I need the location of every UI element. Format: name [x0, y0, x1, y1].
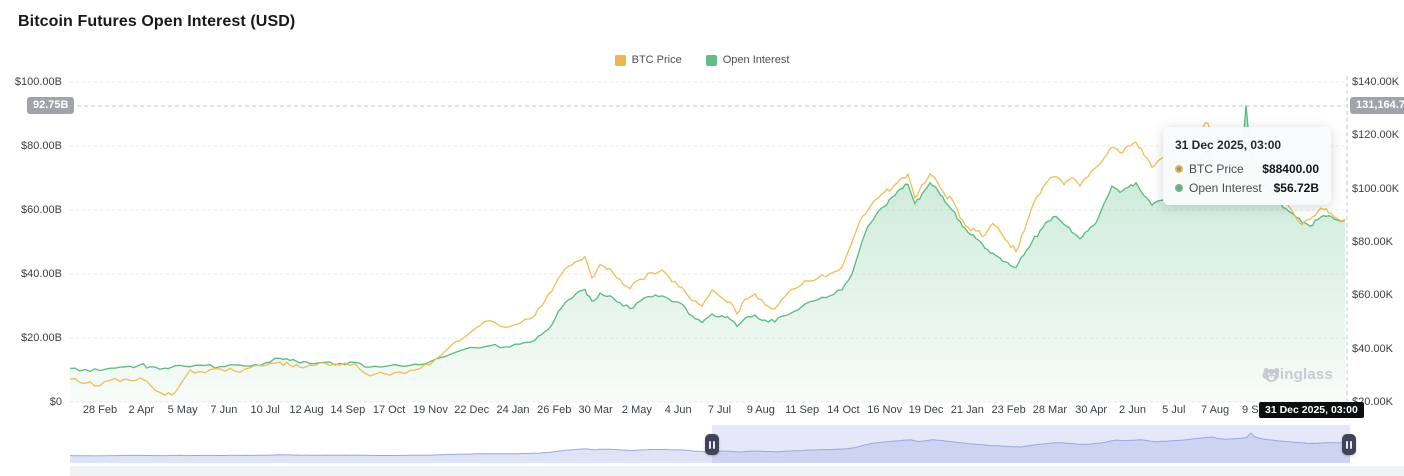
y-axis-label-left: $40.00B — [21, 268, 62, 280]
x-axis-label: 16 Nov — [867, 404, 903, 416]
y-axis-label-left: $0 — [49, 396, 62, 408]
open-interest-area — [70, 105, 1345, 402]
navigator-track[interactable] — [70, 466, 1404, 476]
y-axis-label-left: $60.00B — [21, 204, 62, 216]
x-axis-label: 14 Oct — [827, 404, 860, 416]
crosshair-date-badge: 31 Dec 2025, 03:00 — [1259, 402, 1364, 418]
crosshair-left-value-badge: 92.75B — [27, 97, 75, 114]
tooltip-value: $56.72B — [1273, 181, 1319, 195]
coinglass-watermark: coinglass — [1262, 366, 1333, 383]
tooltip-row-btc-price: BTC Price $88400.00 — [1175, 162, 1319, 176]
x-axis-label: 12 Aug — [289, 404, 324, 416]
tooltip-date: 31 Dec 2025, 03:00 — [1175, 138, 1282, 152]
y-axis-label-right: $40.00K — [1352, 342, 1393, 355]
x-axis-label: 2 Apr — [128, 404, 155, 416]
x-axis-label: 7 Jun — [210, 404, 238, 416]
crosshair-right-value-badge: 131,164.74 — [1350, 97, 1404, 114]
btc-price-dot-icon — [1175, 165, 1183, 173]
tooltip-label: BTC Price — [1189, 162, 1244, 176]
y-axis-label-right: $80.00K — [1352, 236, 1393, 248]
y-axis-label-left: $100.00B — [14, 76, 62, 88]
coinglass-bear-icon — [1263, 368, 1280, 382]
x-axis-label: 2 Jun — [1119, 404, 1146, 416]
tooltip-row-open-interest: Open Interest $56.72B — [1175, 181, 1319, 195]
y-axis-label-right: $60.00K — [1352, 289, 1393, 302]
tooltip-value: $88400.00 — [1262, 162, 1319, 176]
x-axis-label: 28 Feb — [82, 404, 118, 416]
x-axis-label: 2 May — [621, 404, 652, 416]
y-axis-label-right: $120.00K — [1352, 129, 1400, 142]
x-axis-label: 10 Jul — [250, 404, 280, 416]
x-axis-label: 26 Feb — [537, 404, 572, 416]
x-axis-label: 5 Jul — [1162, 404, 1186, 416]
x-axis-label: 7 Aug — [1201, 404, 1230, 416]
x-axis-label: 30 Mar — [578, 404, 613, 416]
navigator-mini-chart — [69, 432, 1351, 463]
range-navigator[interactable] — [0, 425, 1404, 463]
y-axis-label-right: $100.00K — [1352, 182, 1400, 195]
navigator-right-handle[interactable] — [1342, 434, 1356, 455]
x-axis-label: 14 Sep — [330, 404, 366, 416]
x-axis-label: 4 Jun — [664, 404, 692, 416]
navigator-left-handle[interactable] — [705, 434, 719, 455]
x-axis-label: 11 Sep — [785, 404, 820, 416]
hover-tooltip: 31 Dec 2025, 03:00 BTC Price $88400.00 O… — [1163, 127, 1331, 205]
x-axis-label: 21 Jan — [950, 404, 984, 416]
x-axis-label: 30 Apr — [1075, 404, 1108, 416]
x-axis-label: 19 Nov — [412, 404, 448, 416]
x-axis-label: 23 Feb — [991, 404, 1026, 416]
y-axis-label-left: $20.00B — [21, 332, 62, 344]
tooltip-label: Open Interest — [1189, 181, 1262, 195]
open-interest-dot-icon — [1175, 184, 1183, 192]
x-axis-label: 9 Aug — [746, 404, 775, 416]
x-axis-label: 19 Dec — [908, 404, 944, 416]
x-axis-label: 22 Dec — [454, 404, 490, 416]
x-axis-label: 24 Jan — [496, 404, 530, 416]
x-axis-label: 28 Mar — [1032, 404, 1068, 416]
x-axis-label: 17 Oct — [372, 404, 406, 416]
y-axis-label-left: $80.00B — [21, 140, 62, 152]
y-axis-label-right: $140.00K — [1352, 76, 1400, 88]
x-axis-label: 7 Jul — [707, 404, 732, 416]
chart-widget: Bitcoin Futures Open Interest (USD) BTC … — [0, 0, 1404, 476]
x-axis-label: 5 May — [167, 404, 198, 416]
